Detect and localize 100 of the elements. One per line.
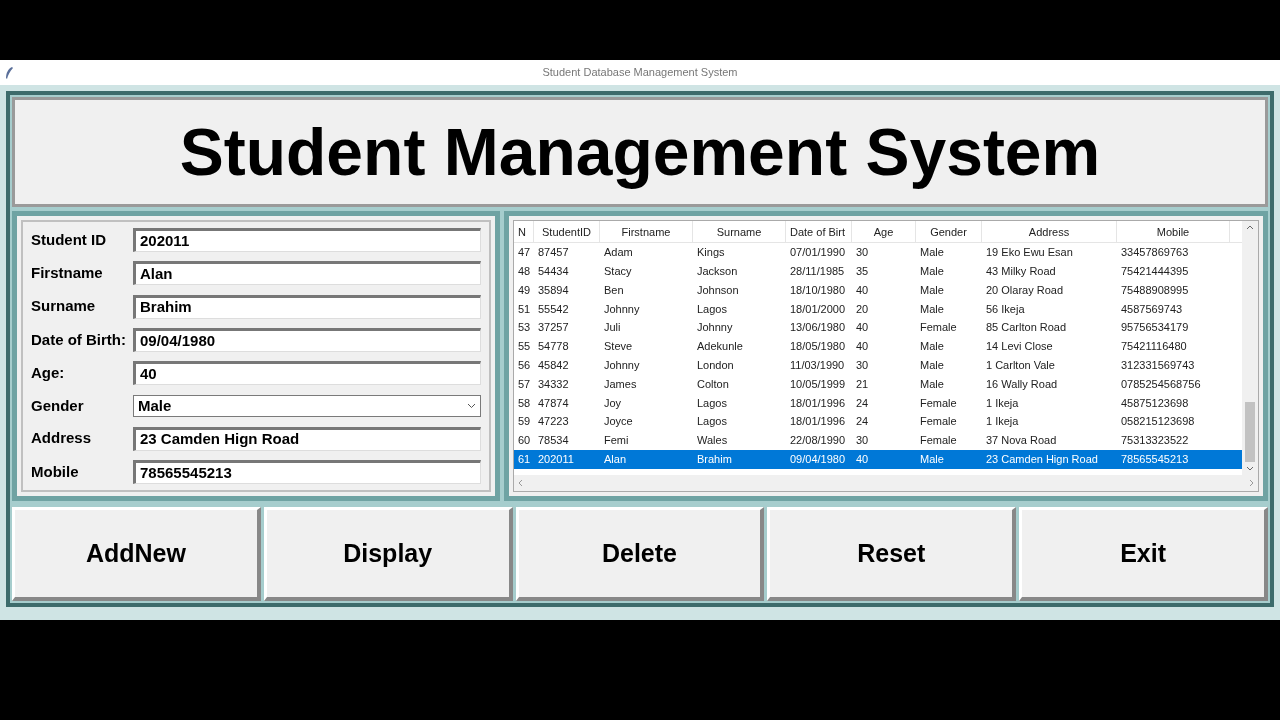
column-header[interactable]: Mobile bbox=[1117, 221, 1230, 242]
table-cell-text: Female bbox=[919, 395, 958, 411]
table-cell-text: 18/01/2000 bbox=[789, 301, 847, 317]
action-button[interactable]: Display bbox=[263, 507, 513, 601]
table-cell-text: Male bbox=[919, 245, 945, 261]
table-row[interactable]: 48 54434 Stacy Jackson 28/11/1985 35 Male 43 Milky Road 75421444395 bbox=[514, 261, 1242, 281]
table-cell-text: Male bbox=[919, 301, 945, 317]
table-cell-text: 18/10/1980 bbox=[789, 282, 847, 298]
table-cell-text: 75421444395 bbox=[1120, 263, 1190, 279]
column-header[interactable]: Surname bbox=[693, 221, 786, 242]
table-row[interactable]: 56 45842 Johnny London 11/03/1990 30 Male 1 Carlton Vale 312331569743 bbox=[514, 355, 1242, 375]
table-cell-text: Alan bbox=[603, 451, 628, 467]
table-cell-text: 22/08/1990 bbox=[789, 433, 847, 449]
action-button[interactable]: Reset bbox=[767, 507, 1017, 601]
table-cell-text: Lagos bbox=[696, 395, 728, 411]
column-header[interactable]: Gender bbox=[916, 221, 982, 242]
input-field[interactable]: Alan bbox=[133, 261, 481, 286]
table-cell-text: Male bbox=[919, 357, 945, 373]
table-cell-text: Kings bbox=[696, 245, 726, 261]
table-cell-text: 21 bbox=[855, 376, 870, 392]
column-header[interactable]: StudentID bbox=[534, 221, 600, 242]
table-cell-text: Johnson bbox=[696, 282, 740, 298]
table-cell-text: 53 bbox=[517, 320, 532, 336]
table-cell-text: 35894 bbox=[537, 282, 570, 298]
table-row[interactable]: 58 47874 Joy Lagos 18/01/1996 24 Female 1 Ikeja 45875123698 bbox=[514, 393, 1242, 413]
window-title: Student Database Management System bbox=[542, 65, 738, 81]
table-cell-text: 49 bbox=[517, 282, 532, 298]
table-cell-text: 75488908995 bbox=[1120, 282, 1190, 298]
scroll-up-icon[interactable] bbox=[1246, 225, 1254, 230]
input-field[interactable]: 23 Camden Hign Road bbox=[133, 426, 481, 451]
action-button[interactable]: Delete bbox=[515, 507, 765, 601]
input-field[interactable]: 09/04/1980 bbox=[133, 328, 481, 353]
table-cell-text: 35 bbox=[855, 263, 870, 279]
input-field[interactable]: 202011 bbox=[133, 228, 481, 252]
table-cell-text: Femi bbox=[603, 433, 630, 449]
table-row[interactable]: 61 202011 Alan Brahim 09/04/1980 40 Male 23 Camden Hign Road 78565545213 bbox=[514, 449, 1242, 469]
feather-icon bbox=[4, 65, 14, 80]
column-header[interactable]: Address bbox=[982, 221, 1117, 242]
input-field[interactable]: Brahim bbox=[133, 294, 481, 319]
vertical-scrollbar[interactable] bbox=[1242, 221, 1258, 475]
table-cell-text: 43 Milky Road bbox=[985, 263, 1057, 279]
field-label: Gender bbox=[31, 395, 85, 416]
field-label: Surname bbox=[31, 296, 97, 317]
table-cell-text: 23 Camden Hign Road bbox=[985, 451, 1099, 467]
table-row[interactable]: 59 47223 Joyce Lagos 18/01/1996 24 Female 1 Ikeja 058215123698 bbox=[514, 412, 1242, 431]
table-cell-text: 56 Ikeja bbox=[985, 301, 1026, 317]
chevron-down-icon bbox=[467, 402, 476, 409]
table-cell-text: 0785254568756 bbox=[1120, 376, 1202, 392]
table-cell-text: Johnny bbox=[603, 301, 641, 317]
table-cell-text: Male bbox=[919, 339, 945, 355]
table-cell-text: Female bbox=[919, 414, 958, 430]
table-row[interactable]: 47 87457 Adam Kings 07/01/1990 30 Male 19 Eko Ewu Esan 33457869763 bbox=[514, 243, 1242, 262]
table-row[interactable]: 55 54778 Steve Adekunle 18/05/1980 40 Male 14 Levi Close 75421116480 bbox=[514, 337, 1242, 356]
table-cell-text: 18/01/1996 bbox=[789, 395, 847, 411]
table-cell-text: Adekunle bbox=[696, 339, 744, 355]
table-cell-text: 51 bbox=[517, 301, 532, 317]
table-cell-text: 87457 bbox=[537, 245, 570, 261]
table-cell-text: 55 bbox=[517, 339, 532, 355]
gender-combo[interactable]: Male bbox=[133, 394, 481, 417]
table-cell-text: Male bbox=[919, 451, 945, 467]
table-cell-text: 40 bbox=[855, 339, 870, 355]
field-label: Mobile bbox=[31, 461, 80, 482]
table-cell-text: 18/05/1980 bbox=[789, 339, 847, 355]
action-button[interactable]: AddNew bbox=[12, 507, 261, 601]
column-header[interactable]: Firstname bbox=[600, 221, 693, 242]
action-button[interactable]: Exit bbox=[1019, 507, 1268, 601]
column-header[interactable]: Date of Birt bbox=[786, 221, 852, 242]
table-row[interactable]: 53 37257 Juli Johnny 13/06/1980 40 Female 85 Carlton Road 95756534179 bbox=[514, 318, 1242, 337]
table-cell-text: 16 Wally Road bbox=[985, 376, 1059, 392]
table-cell-text: 13/06/1980 bbox=[789, 320, 847, 336]
table-cell-text: 30 bbox=[855, 433, 870, 449]
table-cell-text: London bbox=[696, 357, 735, 373]
table-cell-text: Brahim bbox=[696, 451, 733, 467]
table-cell-text: Adam bbox=[603, 245, 634, 261]
column-header[interactable]: Age bbox=[852, 221, 916, 242]
table-cell-text: 30 bbox=[855, 357, 870, 373]
table-cell-text: Joyce bbox=[603, 414, 634, 430]
table-row[interactable]: 57 34332 James Colton 10/05/1999 21 Male 16 Wally Road 0785254568756 bbox=[514, 374, 1242, 394]
scroll-thumb[interactable] bbox=[1245, 402, 1255, 462]
scroll-right-icon[interactable] bbox=[1249, 479, 1254, 487]
table-cell-text: 58 bbox=[517, 395, 532, 411]
table-row[interactable]: 51 55542 Johnny Lagos 18/01/2000 20 Male 56 Ikeja 4587569743 bbox=[514, 299, 1242, 319]
table-cell-text: 95756534179 bbox=[1120, 320, 1190, 336]
table-cell-text: 24 bbox=[855, 414, 870, 430]
column-header[interactable]: N bbox=[514, 221, 534, 242]
table-row[interactable]: 60 78534 Femi Wales 22/08/1990 30 Female 37 Nova Road 75313323522 bbox=[514, 430, 1242, 450]
scroll-down-icon[interactable] bbox=[1246, 466, 1254, 471]
table-cell-text: 20 Olaray Road bbox=[985, 282, 1065, 298]
table-cell-text: 61 bbox=[517, 451, 532, 467]
table-cell-text: 57 bbox=[517, 376, 532, 392]
scroll-left-icon[interactable] bbox=[518, 479, 523, 487]
table-cell-text: 20 bbox=[855, 301, 870, 317]
input-field[interactable]: 78565545213 bbox=[133, 459, 481, 484]
input-field[interactable]: 40 bbox=[133, 361, 481, 386]
table-cell-text: 24 bbox=[855, 395, 870, 411]
table-cell-text: 1 Ikeja bbox=[985, 414, 1020, 430]
table-cell-text: 312331569743 bbox=[1120, 357, 1196, 373]
horizontal-scrollbar[interactable] bbox=[514, 475, 1258, 491]
table-row[interactable]: 49 35894 Ben Johnson 18/10/1980 40 Male 20 Olaray Road 75488908995 bbox=[514, 280, 1242, 300]
table-cell-text: 45842 bbox=[537, 357, 570, 373]
